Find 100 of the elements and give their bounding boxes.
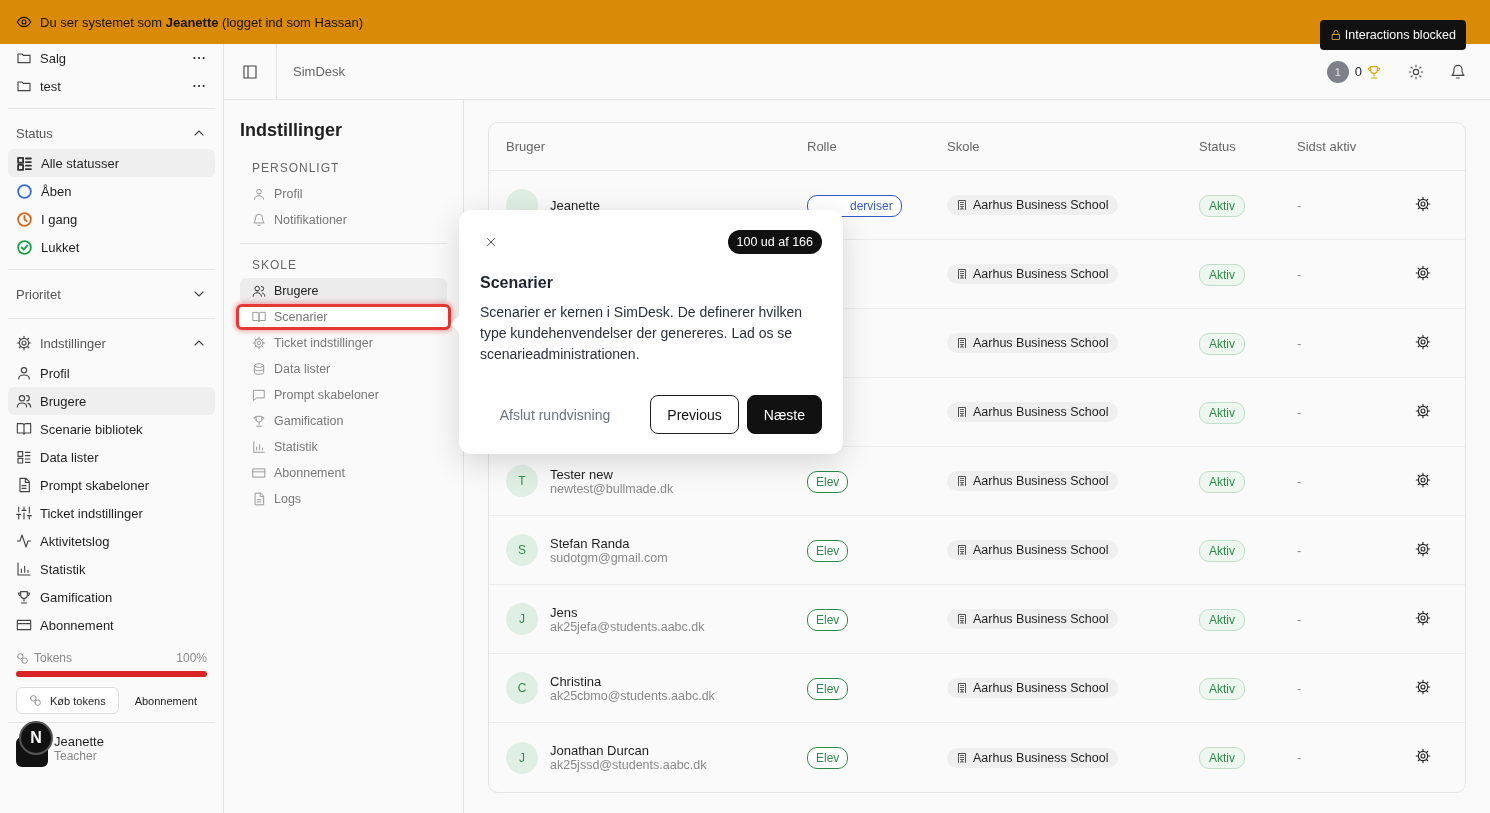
sidebar-item[interactable]: Brugere (8, 387, 215, 415)
last-active: - (1297, 542, 1302, 558)
sidebar-item[interactable]: Scenarie bibliotek (8, 415, 215, 443)
user-name: Christina (550, 673, 603, 689)
tokens-label: Tokens (34, 651, 74, 665)
sidebar-item[interactable]: Profil (8, 359, 215, 387)
folder-item[interactable]: test (40, 78, 183, 94)
section-title: Prioritet (16, 286, 62, 302)
settings-nav-item[interactable]: Brugere (240, 278, 447, 304)
sidebar-item[interactable]: Data lister (8, 443, 215, 471)
settings-icon[interactable] (1415, 264, 1431, 281)
trophy-icon (252, 414, 266, 428)
user-email: ak25jssd@students.aabc.dk (550, 758, 707, 772)
settings-nav-item[interactable]: Logs (240, 486, 447, 512)
settings-nav-item[interactable]: Abonnement (240, 460, 447, 486)
settings-nav-item[interactable]: Ticket indstillinger (240, 330, 447, 356)
previous-button[interactable]: Previous (650, 395, 739, 434)
settings-icon[interactable] (1415, 402, 1431, 419)
next-button[interactable]: Næste (746, 395, 822, 434)
settings-icon[interactable] (1415, 540, 1431, 557)
activity-icon (16, 533, 32, 549)
trophy-count[interactable]: 0 (1354, 64, 1362, 79)
coins-icon (29, 694, 42, 707)
role-tag: Elev (807, 677, 849, 700)
user-name: Jeanette (54, 733, 104, 749)
status-filter-item[interactable]: I gang (8, 205, 215, 233)
subscription-button[interactable]: Abonnement (122, 687, 210, 714)
last-active: - (1297, 611, 1302, 627)
folder-icon (16, 50, 32, 66)
settings-nav-item[interactable]: Scenarier (236, 304, 451, 330)
status-tag: Aktiv (1199, 608, 1245, 631)
column-header: Rolle (807, 139, 838, 154)
message-icon (252, 388, 266, 402)
step-counter: 100 ud af 166 (727, 230, 822, 254)
settings-icon[interactable] (1415, 678, 1431, 695)
settings-icon[interactable] (1415, 609, 1431, 626)
school-tag: Aarhus Business School (947, 264, 1118, 284)
settings-nav-item[interactable]: Data lister (240, 356, 447, 382)
credit-card-icon (16, 617, 32, 633)
sidebar-item[interactable]: Abonnement (8, 611, 215, 639)
building-icon (956, 544, 968, 556)
buy-tokens-button[interactable]: Køb tokens (16, 687, 119, 714)
list-icon (16, 449, 32, 465)
settings-icon[interactable] (1415, 748, 1431, 764)
sidebar-item[interactable]: Statistik (8, 555, 215, 583)
user-avatar: T (506, 465, 538, 497)
column-header: Skole (947, 139, 981, 154)
lock-icon (1329, 29, 1342, 41)
users-icon (16, 393, 32, 409)
last-active: - (1297, 197, 1302, 213)
settings-nav-item[interactable]: Profil (240, 181, 447, 207)
database-icon (252, 362, 266, 376)
notification-icon (252, 213, 266, 227)
settings-icon[interactable] (1415, 333, 1431, 350)
document-icon (252, 492, 266, 506)
settings-nav-item[interactable]: Prompt skabeloner (240, 382, 447, 408)
sidebar-item[interactable]: Ticket indstillinger (8, 499, 215, 527)
school-tag: Aarhus Business School (947, 747, 1118, 768)
user-icon (16, 365, 32, 381)
column-header: Bruger (506, 139, 547, 154)
user-name: Tester new (550, 466, 614, 482)
role-tag: Elev (807, 470, 849, 493)
status-filter-item[interactable]: Alle statusser (8, 149, 215, 177)
role-tag: derviser (807, 194, 902, 217)
user-name: Stefan Randa (550, 535, 631, 551)
settings-icon[interactable] (1415, 195, 1431, 212)
settings-nav-item[interactable]: Notifikationer (240, 207, 447, 233)
theme-toggle-icon[interactable] (1408, 63, 1424, 80)
user-avatar: C (506, 672, 538, 704)
sidebar-item[interactable]: Aktivitetslog (8, 527, 215, 555)
role-tag: Elev (807, 747, 849, 769)
status-tag: Aktiv (1199, 263, 1245, 286)
settings-nav-item[interactable]: Statistik (240, 434, 447, 460)
sidebar-toggle-icon[interactable] (242, 63, 258, 80)
role-tag: Elev (807, 539, 849, 562)
user-avatar: S (506, 534, 538, 566)
settings-nav-item[interactable]: Gamification (240, 408, 447, 434)
tooltip-text: Interactions blocked (1344, 28, 1456, 42)
last-active: - (1297, 680, 1302, 696)
column-header: Status (1199, 139, 1237, 154)
close-icon[interactable] (484, 235, 498, 249)
user-email: ak25cbmo@students.aabc.dk (550, 688, 715, 703)
trophy-icon (16, 589, 32, 605)
folder-item[interactable]: Salg (40, 50, 183, 66)
bar-chart-icon (16, 561, 32, 577)
settings-icon[interactable] (1415, 471, 1431, 488)
document-icon (16, 477, 32, 493)
school-tag: Aarhus Business School (947, 609, 1118, 629)
notification-icon[interactable] (1450, 63, 1466, 80)
building-icon (956, 406, 968, 418)
status-filter-item[interactable]: Åben (8, 177, 215, 205)
dev-badge[interactable]: N (19, 721, 53, 755)
status-filter-item[interactable]: Lukket (8, 233, 215, 261)
last-active: - (1297, 473, 1302, 489)
folder-icon (16, 78, 32, 94)
sidebar-item[interactable]: Prompt skabeloner (8, 471, 215, 499)
breadcrumb[interactable]: SimDesk (293, 64, 1309, 79)
sidebar-item[interactable]: Gamification (8, 583, 215, 611)
user-email: newtest@bullmade.dk (550, 481, 674, 496)
exit-tour-button[interactable]: Afslut rundvisning (483, 395, 627, 434)
